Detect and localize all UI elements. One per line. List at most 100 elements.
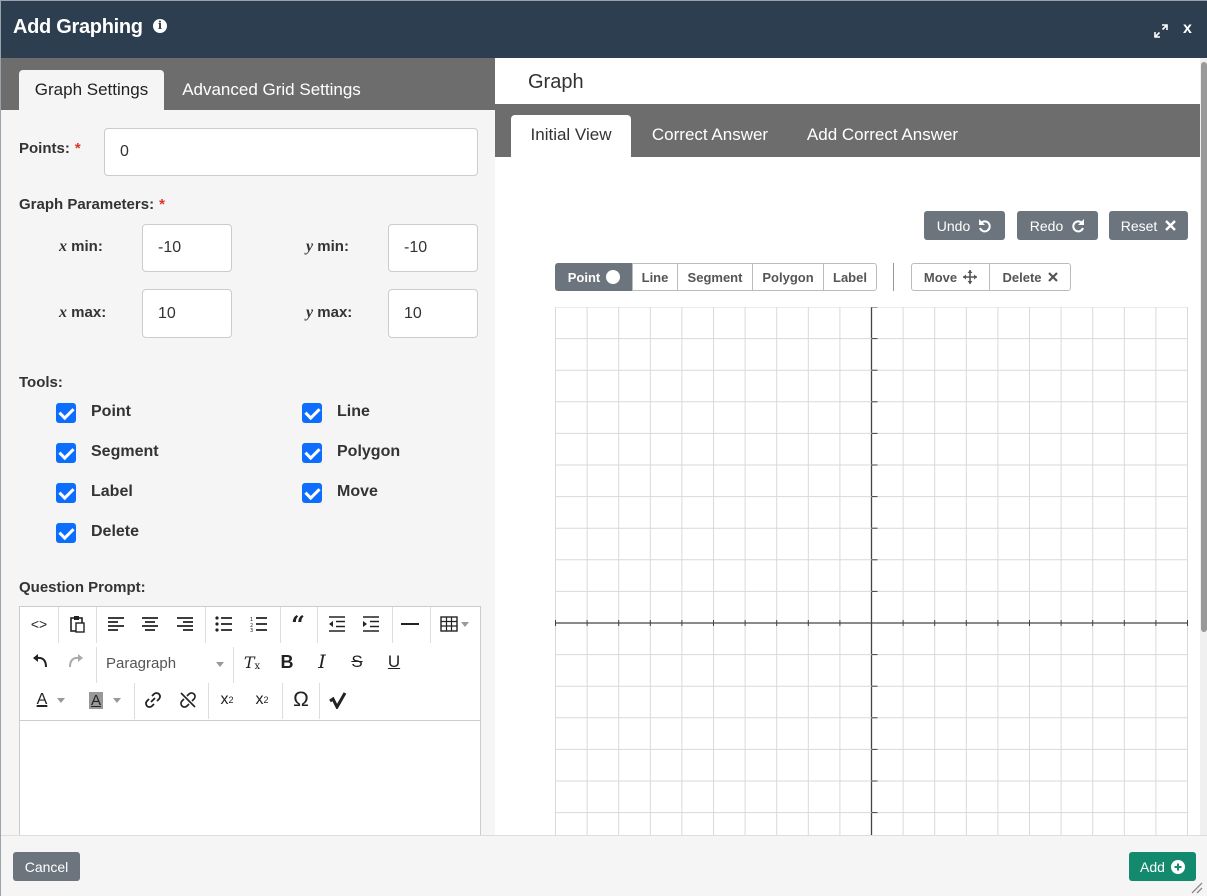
indent-icon[interactable] <box>356 609 386 639</box>
segment-checkbox[interactable] <box>56 443 76 463</box>
point-tool-button[interactable]: Point <box>555 263 633 291</box>
align-center-icon[interactable] <box>135 609 165 639</box>
editor-content-area[interactable] <box>20 721 480 835</box>
chevron-down-icon <box>216 661 225 667</box>
x-max-label: x max: <box>59 304 107 321</box>
blockquote-icon[interactable]: “ <box>283 609 313 639</box>
point-tool-label: Point <box>567 269 601 285</box>
toolbar-divider <box>430 607 431 643</box>
x-min-input[interactable]: -10 <box>142 224 232 272</box>
polygon-checkbox[interactable] <box>302 443 322 463</box>
resize-grip-icon[interactable] <box>1189 880 1203 894</box>
settings-tab-bar: Graph Settings Advanced Grid Settings <box>1 58 495 110</box>
tab-add-correct-answer[interactable]: Add Correct Answer <box>795 115 970 157</box>
info-icon[interactable]: i <box>153 19 167 33</box>
label-tool-button[interactable]: Label <box>823 263 877 291</box>
superscript-icon[interactable]: x2 <box>212 685 242 715</box>
toolbar-divider <box>58 607 59 643</box>
close-icon[interactable]: x <box>1183 20 1192 38</box>
scrollbar-thumb[interactable] <box>1201 62 1207 632</box>
align-left-icon[interactable] <box>101 609 131 639</box>
outdent-icon[interactable] <box>322 609 352 639</box>
move-tool-label: Move <box>923 269 958 285</box>
add-button[interactable]: Add <box>1129 852 1196 881</box>
unlink-icon[interactable] <box>173 685 203 715</box>
clear-formatting-icon[interactable]: Tx <box>237 647 267 677</box>
italic-icon[interactable]: I <box>307 647 337 677</box>
reset-button-label: Reset <box>1120 217 1158 234</box>
point-icon <box>606 270 621 284</box>
line-checkbox-label: Line <box>337 403 370 420</box>
toolbar-divider <box>96 647 97 683</box>
reset-button[interactable]: Reset <box>1109 211 1188 240</box>
expand-icon[interactable] <box>1153 23 1169 39</box>
link-icon[interactable] <box>138 685 168 715</box>
segment-tool-button[interactable]: Segment <box>677 263 753 291</box>
y-min-label: y min: <box>306 238 349 255</box>
graph-grid[interactable] <box>555 307 1188 835</box>
subscript-icon[interactable]: x2 <box>247 685 277 715</box>
delete-checkbox[interactable] <box>56 523 76 543</box>
math-equation-icon[interactable] <box>323 685 353 715</box>
point-checkbox[interactable] <box>56 403 76 423</box>
undo-icon[interactable] <box>26 647 56 677</box>
tab-advanced-grid-settings[interactable]: Advanced Grid Settings <box>169 70 374 110</box>
move-checkbox-label: Move <box>337 483 378 500</box>
toolbar-divider <box>208 683 209 719</box>
paste-icon[interactable] <box>62 609 92 639</box>
redo-button-label: Redo <box>1029 217 1064 234</box>
graph-parameters-label-text: Graph Parameters: <box>19 196 155 213</box>
table-icon[interactable] <box>434 609 474 639</box>
format-select[interactable]: Paragraph <box>106 655 225 672</box>
graph-parameters-label: Graph Parameters: * <box>19 196 165 213</box>
background-color-icon[interactable]: A <box>80 685 130 715</box>
cancel-button[interactable]: Cancel <box>13 852 80 881</box>
graph-tab-bar: Initial View Correct Answer Add Correct … <box>495 104 1200 157</box>
toolbar-divider <box>233 647 234 683</box>
graph-title: Graph <box>528 71 584 93</box>
x-max-input[interactable]: 10 <box>142 289 232 338</box>
bullet-list-icon[interactable] <box>209 609 239 639</box>
toolbar-divider <box>319 683 320 719</box>
close-icon <box>1165 220 1177 231</box>
strikethrough-icon[interactable]: S <box>342 647 372 677</box>
line-checkbox[interactable] <box>302 403 322 423</box>
undo-button[interactable]: Undo <box>924 211 1005 240</box>
plus-circle-icon <box>1170 859 1185 874</box>
toolbar-divider <box>280 607 281 643</box>
move-checkbox[interactable] <box>302 483 322 503</box>
align-right-icon[interactable] <box>170 609 200 639</box>
y-max-input[interactable]: 10 <box>388 289 478 338</box>
underline-icon[interactable]: U <box>379 647 409 677</box>
graph-panel-scrollbar[interactable] <box>1200 58 1207 835</box>
label-checkbox-label: Label <box>91 483 133 500</box>
polygon-tool-button[interactable]: Polygon <box>752 263 824 291</box>
move-icon <box>963 270 978 284</box>
required-marker: * <box>159 196 165 213</box>
horizontal-rule-icon[interactable] <box>395 609 425 639</box>
toolbar-divider <box>96 607 97 643</box>
settings-panel: Graph Settings Advanced Grid Settings Po… <box>1 58 495 835</box>
toolbar-divider <box>317 607 318 643</box>
numbered-list-icon[interactable]: 123 <box>244 609 274 639</box>
tab-graph-settings[interactable]: Graph Settings <box>19 70 164 110</box>
text-color-icon[interactable]: A <box>26 685 76 715</box>
special-character-icon[interactable]: Ω <box>286 685 316 715</box>
tab-correct-answer[interactable]: Correct Answer <box>639 115 781 157</box>
delete-tool-button[interactable]: Delete <box>989 263 1071 291</box>
tab-initial-view[interactable]: Initial View <box>511 115 631 157</box>
source-code-icon[interactable]: <> <box>24 609 54 639</box>
redo-button[interactable]: Redo <box>1017 211 1098 240</box>
x-min-label: x min: <box>59 238 103 255</box>
line-tool-button[interactable]: Line <box>632 263 678 291</box>
add-graphing-modal: Add Graphing i x Graph Settings Advanced… <box>0 0 1207 896</box>
y-min-input[interactable]: -10 <box>388 224 478 272</box>
move-tool-button[interactable]: Move <box>911 263 990 291</box>
label-checkbox[interactable] <box>56 483 76 503</box>
points-input[interactable]: 0 <box>104 128 478 176</box>
toolbar-divider <box>893 263 894 291</box>
bold-icon[interactable]: B <box>272 647 302 677</box>
required-marker: * <box>74 140 81 157</box>
polygon-checkbox-label: Polygon <box>337 443 401 460</box>
redo-icon[interactable] <box>60 647 90 677</box>
